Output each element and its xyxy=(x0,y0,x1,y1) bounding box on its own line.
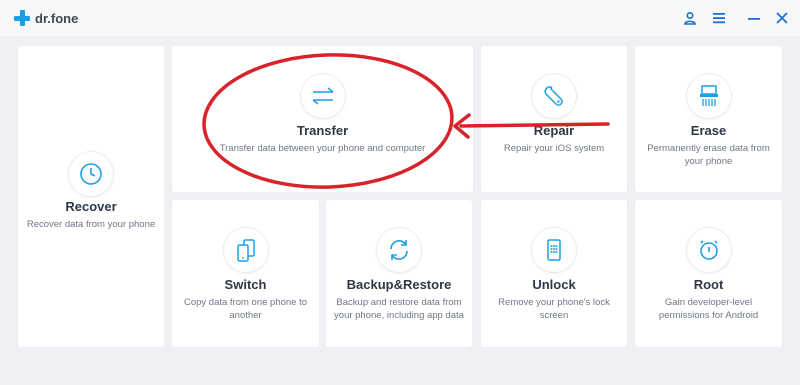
card-desc-root: Gain developer-level permissions for And… xyxy=(658,297,759,321)
card-erase[interactable]: Erase Permanently erase data from your p… xyxy=(635,46,782,192)
card-desc-transfer: Transfer data between your phone and com… xyxy=(219,143,426,154)
plus-logo-icon xyxy=(14,10,30,26)
menu-button[interactable] xyxy=(707,6,731,30)
card-title-recover: Recover xyxy=(65,199,117,214)
card-desc-erase: Permanently erase data from your phone xyxy=(647,143,770,167)
card-unlock[interactable]: Unlock Remove your phone's lock screen xyxy=(481,200,627,347)
clock-icon xyxy=(69,152,113,196)
card-desc-switch: Copy data from one phone to another xyxy=(183,297,308,321)
close-icon xyxy=(776,12,788,24)
phones-icon xyxy=(223,228,268,272)
minimize-button[interactable] xyxy=(742,6,766,30)
close-button[interactable] xyxy=(770,6,794,30)
account-button[interactable] xyxy=(678,6,702,30)
card-repair[interactable]: Repair Repair your iOS system xyxy=(481,46,627,192)
card-title-unlock: Unlock xyxy=(532,277,576,292)
card-desc-repair: Repair your iOS system xyxy=(503,143,605,154)
menu-icon xyxy=(713,13,725,24)
card-root[interactable]: Root Gain developer-level permissions fo… xyxy=(635,200,782,347)
card-title-erase: Erase xyxy=(690,123,727,138)
minimize-icon xyxy=(748,18,760,20)
card-desc-backup-restore: Backup and restore data from your phone,… xyxy=(334,297,464,321)
app-logo: dr.fone xyxy=(14,7,78,29)
lock-grid-icon xyxy=(532,228,576,272)
card-title-root: Root xyxy=(693,277,724,292)
card-title-backup-restore: Backup&Restore xyxy=(346,277,452,292)
card-desc-unlock: Remove your phone's lock screen xyxy=(498,297,610,321)
account-icon xyxy=(684,11,696,25)
card-title-transfer: Transfer xyxy=(296,123,349,138)
timer-icon xyxy=(686,228,731,272)
app-title: dr.fone xyxy=(35,10,79,26)
arrows-icon xyxy=(300,74,345,118)
card-recover[interactable]: Recover Recover data from your phone xyxy=(18,46,164,347)
card-transfer[interactable]: Transfer Transfer data between your phon… xyxy=(172,46,473,192)
card-switch[interactable]: Switch Copy data from one phone to anoth… xyxy=(172,200,319,347)
wrench-icon xyxy=(532,74,576,118)
sync-icon xyxy=(377,228,421,272)
card-title-repair: Repair xyxy=(533,123,575,138)
card-backup-restore[interactable]: Backup&Restore Backup and restore data f… xyxy=(326,200,472,347)
card-desc-recover: Recover data from your phone xyxy=(26,219,156,230)
card-title-switch: Switch xyxy=(224,277,267,292)
title-bar: dr.fone xyxy=(0,0,800,36)
shredder-icon xyxy=(686,74,731,118)
